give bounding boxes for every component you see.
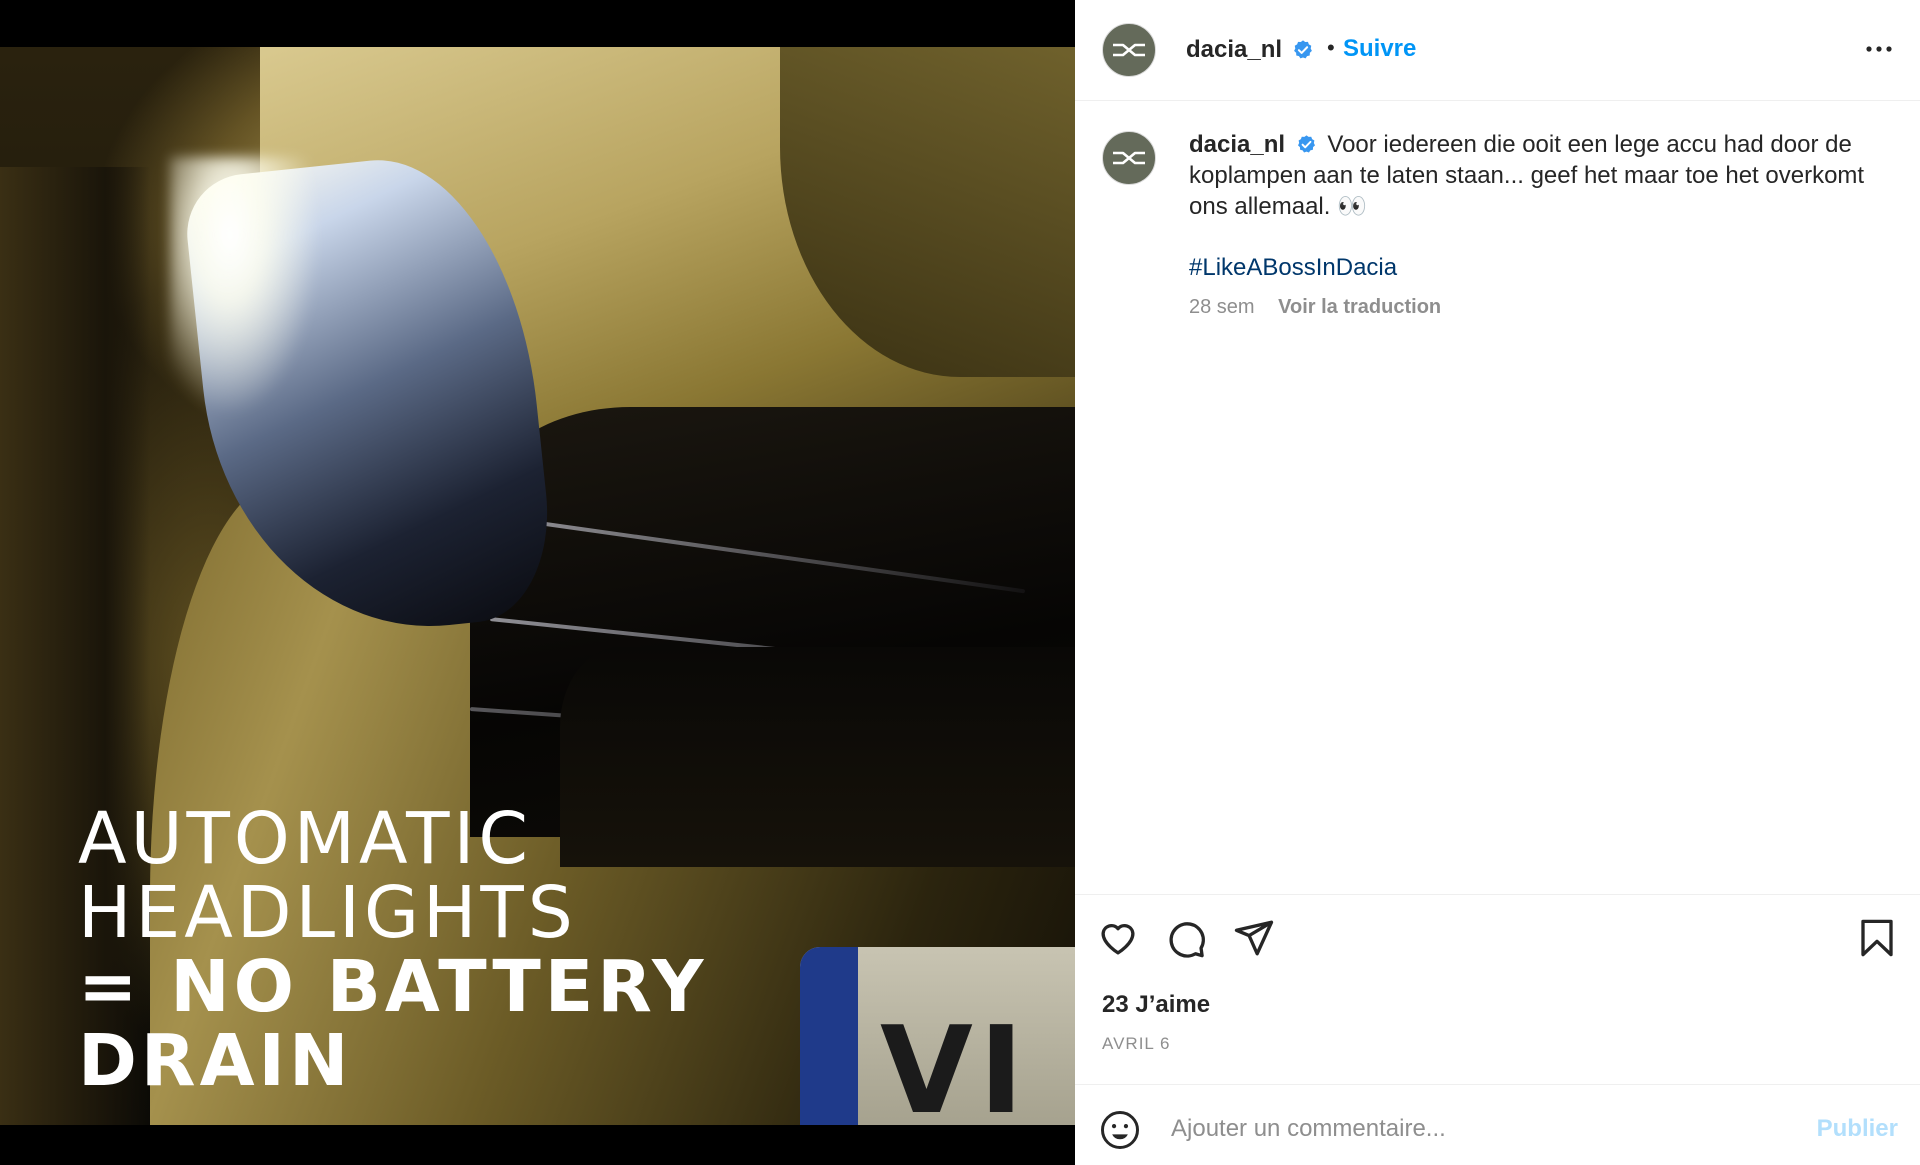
header-username[interactable]: dacia_nl — [1186, 36, 1282, 64]
headline-line: = NO BATTERY — [78, 945, 708, 1028]
post-headline: AUTOMATIC HEADLIGHTS = NO BATTERY DRAIN — [78, 802, 978, 1098]
post-photo: VI AUTOMATIC HEADLIGHTS = NO BATTERY DRA… — [0, 47, 1075, 1125]
publish-button[interactable]: Publier — [1817, 1115, 1898, 1143]
caption-meta: 28 sem Voir la traduction — [1189, 296, 1441, 319]
post-date[interactable]: AVRIL 6 — [1102, 1034, 1170, 1054]
verified-badge-icon — [1297, 135, 1315, 153]
caption-username[interactable]: dacia_nl — [1189, 131, 1285, 158]
post-modal: VI AUTOMATIC HEADLIGHTS = NO BATTERY DRA… — [0, 0, 1920, 1165]
hashtag-link[interactable]: #LikeABossInDacia — [1189, 254, 1397, 282]
translate-link[interactable]: Voir la traduction — [1278, 296, 1441, 318]
likes-count[interactable]: 23 J’aime — [1102, 991, 1210, 1019]
headline-line: AUTOMATIC — [78, 797, 532, 880]
caption-avatar[interactable] — [1102, 131, 1156, 185]
dacia-logo-icon — [1113, 151, 1145, 165]
post-actions: 23 J’aime AVRIL 6 — [1075, 894, 1920, 1084]
caption-body: Voor iedereen die ooit een lege accu had… — [1189, 131, 1865, 220]
follow-button[interactable]: Suivre — [1343, 35, 1416, 63]
avatar[interactable] — [1102, 23, 1156, 77]
headline-line: DRAIN — [78, 1019, 353, 1102]
bookmark-icon[interactable] — [1856, 917, 1898, 959]
post-details-panel: dacia_nl • Suivre dacia_nl Voor iedereen… — [1075, 0, 1920, 1165]
dacia-logo-icon — [1113, 43, 1145, 57]
heart-icon[interactable] — [1097, 917, 1139, 959]
headline-line: HEADLIGHTS — [78, 871, 577, 954]
headlight-beam — [170, 157, 320, 417]
more-options-icon[interactable] — [1864, 34, 1894, 64]
emoji-icon[interactable] — [1099, 1109, 1141, 1151]
separator-dot: • — [1327, 35, 1335, 60]
verified-badge-icon — [1294, 40, 1312, 59]
post-media[interactable]: VI AUTOMATIC HEADLIGHTS = NO BATTERY DRA… — [0, 0, 1075, 1165]
caption: dacia_nl Voor iedereen die ooit een lege… — [1189, 129, 1889, 222]
comment-bar: Publier — [1075, 1084, 1920, 1165]
comment-input[interactable] — [1169, 1103, 1773, 1155]
caption-time[interactable]: 28 sem — [1189, 296, 1255, 318]
comment-icon[interactable] — [1165, 917, 1207, 959]
post-header: dacia_nl • Suivre — [1075, 0, 1920, 101]
send-icon[interactable] — [1233, 917, 1275, 959]
